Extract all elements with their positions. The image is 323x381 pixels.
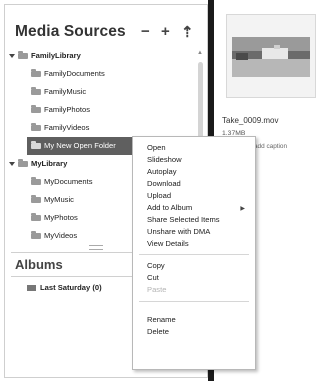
tree-item-familymusic[interactable]: FamilyMusic	[31, 83, 194, 101]
scroll-up-icon[interactable]: ▲	[197, 50, 203, 56]
menu-item-add-to-album[interactable]: Add to Album	[147, 203, 192, 213]
tree-item-familyvideos[interactable]: FamilyVideos	[31, 119, 194, 137]
menu-item-slideshow[interactable]: Slideshow	[147, 155, 182, 165]
folder-icon	[18, 51, 28, 59]
menu-item-open[interactable]: Open	[147, 143, 166, 153]
menu-item-autoplay[interactable]: Autoplay	[147, 167, 177, 177]
tree-item-familydocuments[interactable]: FamilyDocuments	[31, 65, 194, 83]
menu-item-unshare-with-dma[interactable]: Unshare with DMA	[147, 227, 210, 237]
folder-icon	[31, 123, 41, 131]
folder-icon	[31, 213, 41, 221]
menu-item-share-selected-items[interactable]: Share Selected Items	[147, 215, 220, 225]
album-item-last-saturday[interactable]: Last Saturday (0)	[27, 281, 102, 295]
expand-icon[interactable]	[9, 54, 15, 58]
menu-item-view-details[interactable]: View Details	[147, 239, 189, 249]
folder-icon	[31, 195, 41, 203]
folder-icon	[31, 177, 41, 185]
expand-icon[interactable]	[9, 162, 15, 166]
folder-icon	[31, 87, 41, 95]
menu-item-paste: Paste	[147, 285, 167, 294]
resize-grip-icon[interactable]	[89, 245, 103, 250]
tree-item-familyphotos[interactable]: FamilyPhotos	[31, 101, 194, 119]
remove-source-button[interactable]: −	[141, 23, 150, 40]
menu-item-download[interactable]: Download	[147, 179, 181, 189]
album-icon	[27, 285, 36, 291]
submenu-arrow-icon: ▶	[240, 206, 245, 212]
divider	[11, 276, 136, 277]
thumbnail-image	[232, 37, 310, 77]
menu-item-upload[interactable]: Upload	[147, 191, 171, 201]
albums-title: Albums	[15, 257, 63, 272]
video-thumbnail[interactable]	[226, 14, 316, 98]
app-window: Media Sources − + ⇡ FamilyLibrary Family…	[0, 0, 323, 381]
tree-item-my-new-open-folder[interactable]: My New Open Folder	[27, 137, 137, 155]
tree-item-familylibrary[interactable]: FamilyLibrary	[9, 47, 194, 65]
menu-item-rename[interactable]: Rename	[147, 315, 176, 325]
thumbnail-photo-icon	[232, 37, 310, 77]
add-source-button[interactable]: +	[161, 23, 170, 40]
add-caption-link[interactable]: add caption	[254, 143, 287, 150]
menu-separator	[139, 301, 249, 302]
file-name: Take_0009.mov	[222, 116, 279, 125]
menu-item-cut[interactable]: Cut	[147, 273, 159, 283]
context-menu: Open Slideshow Autoplay Download Upload …	[132, 136, 256, 370]
folder-icon	[31, 69, 41, 77]
folder-icon	[31, 231, 41, 239]
menu-separator	[139, 254, 249, 255]
media-sources-title: Media Sources	[15, 23, 126, 40]
folder-icon	[18, 159, 28, 167]
menu-item-delete[interactable]: Delete	[147, 327, 169, 337]
upload-source-button[interactable]: ⇡	[181, 23, 194, 41]
folder-icon	[31, 105, 41, 113]
folder-icon	[31, 141, 41, 149]
menu-item-copy[interactable]: Copy	[147, 261, 165, 271]
